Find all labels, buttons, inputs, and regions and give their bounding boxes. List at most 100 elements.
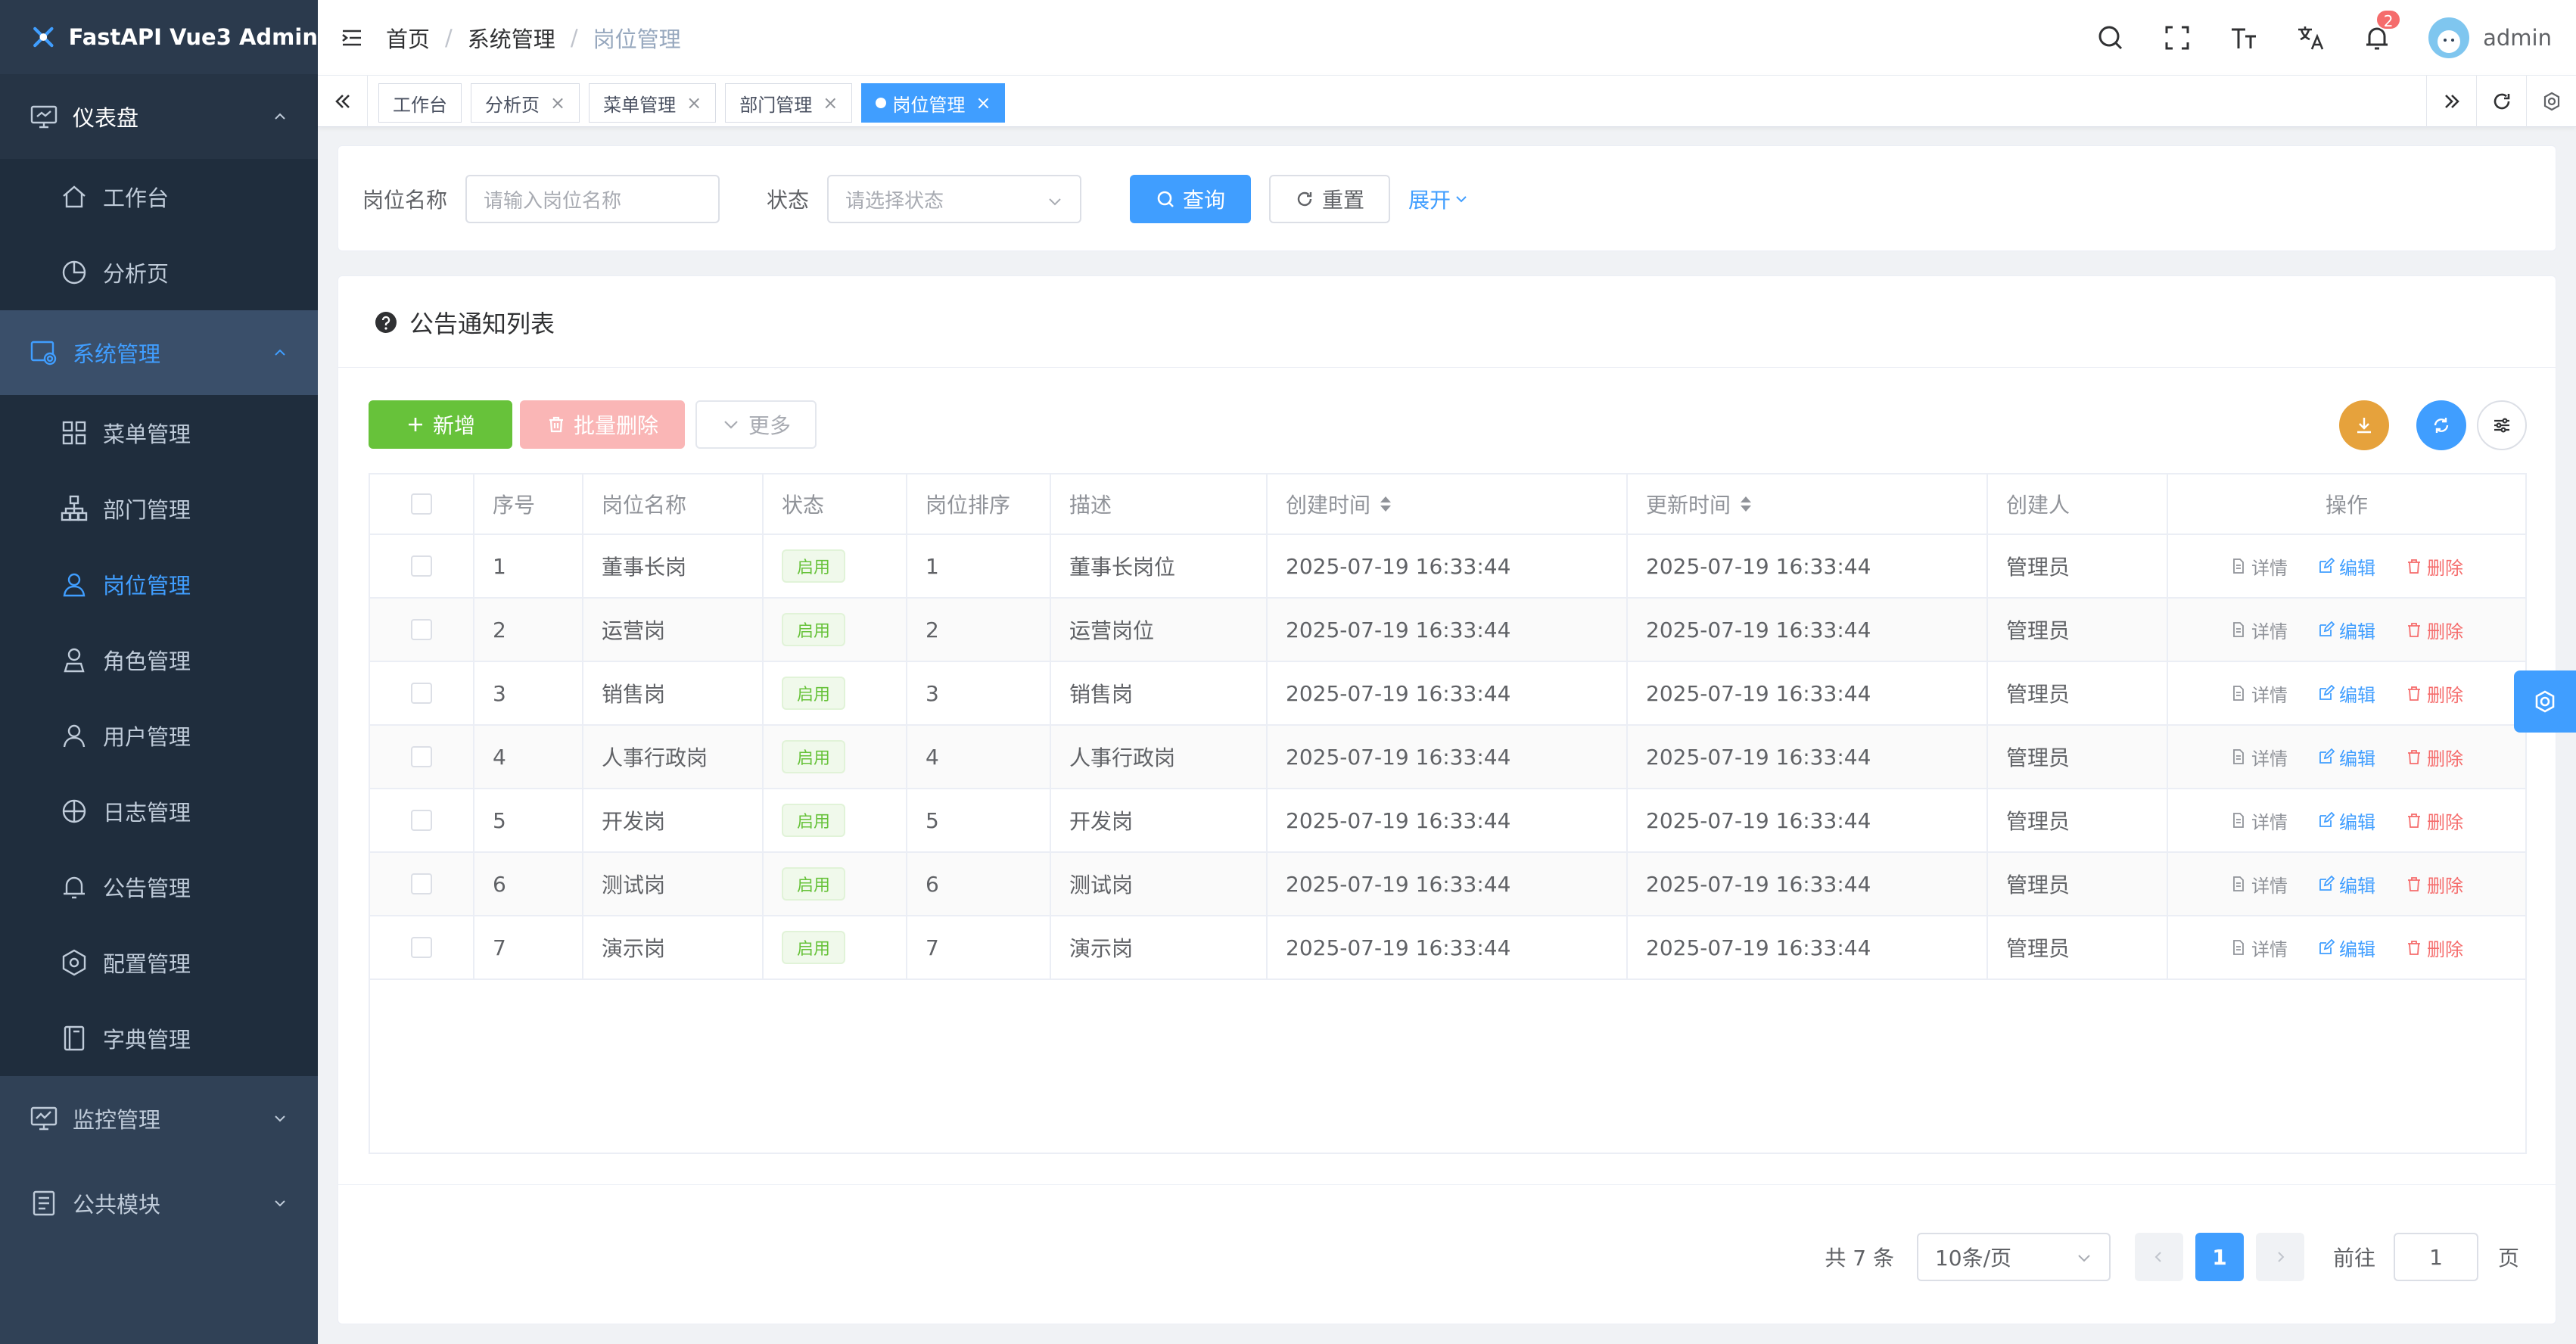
user-name[interactable]: admin (2483, 25, 2552, 51)
breadcrumb-item[interactable]: 首页 (386, 22, 430, 54)
sidebar-group-common[interactable]: 公共模块 (0, 1161, 318, 1246)
delete-button[interactable]: 删除 (2406, 807, 2463, 834)
add-button[interactable]: 新增 (369, 400, 512, 449)
table-row[interactable]: 2 运营岗 启用 2 运营岗位 2025-07-19 16:33:44 2025-07-19… (370, 599, 2525, 662)
sidebar-item-post[interactable]: 岗位管理 (0, 546, 318, 622)
edit-button[interactable]: 编辑 (2318, 807, 2375, 834)
delete-button[interactable]: 删除 (2406, 680, 2463, 707)
sidebar-group-dashboard[interactable]: 仪表盘 (0, 74, 318, 159)
close-icon[interactable]: × (686, 92, 702, 114)
edit-label: 编辑 (2339, 748, 2375, 770)
tab-settings-button[interactable] (2526, 76, 2576, 127)
delete-button[interactable]: 删除 (2406, 617, 2463, 643)
select-all-checkbox[interactable] (411, 493, 432, 515)
delete-button[interactable]: 删除 (2406, 553, 2463, 580)
sidebar-item-role[interactable]: 角色管理 (0, 622, 318, 698)
reset-button[interactable]: 重置 (1269, 175, 1390, 223)
table-row[interactable]: 5 开发岗 启用 5 开发岗 2025-07-19 16:33:44 2025-07-19 … (370, 789, 2525, 853)
tags-scroll-right-button[interactable] (2426, 76, 2476, 127)
tags-scroll-left-button[interactable] (318, 76, 368, 127)
table-row[interactable]: 4 人事行政岗 启用 4 人事行政岗 2025-07-19 16:33:44 2025-07… (370, 726, 2525, 789)
row-checkbox[interactable] (411, 746, 432, 767)
sort-icon[interactable] (1378, 493, 1393, 515)
tag-workbench[interactable]: 工作台 (378, 83, 462, 123)
detail-button[interactable]: 详情 (2230, 871, 2288, 898)
search-button[interactable] (2095, 23, 2126, 53)
detail-button[interactable]: 详情 (2230, 617, 2288, 643)
sidebar-group-system[interactable]: 系统管理 (0, 310, 318, 395)
row-checkbox[interactable] (411, 555, 432, 577)
card-title: 公告通知列表 (375, 305, 555, 340)
row-checkbox[interactable] (411, 683, 432, 704)
edit-button[interactable]: 编辑 (2318, 553, 2375, 580)
status-select[interactable]: 请选择状态 (827, 175, 1081, 223)
table-row[interactable]: 7 演示岗 启用 7 演示岗 2025-07-19 16:33:44 2025-07-19 … (370, 916, 2525, 980)
refresh-button[interactable] (2416, 400, 2466, 450)
refresh-tab-button[interactable] (2476, 76, 2526, 127)
sort-icon[interactable] (1738, 493, 1753, 515)
theme-settings-button[interactable] (2514, 670, 2576, 733)
detail-button[interactable]: 详情 (2230, 935, 2288, 961)
row-checkbox[interactable] (411, 619, 432, 640)
fullscreen-button[interactable] (2162, 23, 2192, 53)
page-number-button[interactable]: 1 (2195, 1233, 2244, 1281)
row-checkbox[interactable] (411, 873, 432, 894)
more-button[interactable]: 更多 (695, 400, 817, 449)
tag-dept[interactable]: 部门管理 × (725, 83, 853, 123)
edit-button[interactable]: 编辑 (2318, 871, 2375, 898)
detail-button[interactable]: 详情 (2230, 744, 2288, 770)
tag-post[interactable]: 岗位管理 × (861, 83, 1006, 123)
close-icon[interactable]: × (975, 92, 991, 114)
detail-button[interactable]: 详情 (2230, 553, 2288, 580)
sidebar-item-dept[interactable]: 部门管理 (0, 471, 318, 546)
delete-button[interactable]: 删除 (2406, 871, 2463, 898)
table-row[interactable]: 3 销售岗 启用 3 销售岗 2025-07-19 16:33:44 2025-07-19 … (370, 662, 2525, 726)
notification-button[interactable]: 2 (2362, 9, 2402, 53)
avatar[interactable] (2428, 17, 2470, 58)
collapse-menu-icon[interactable] (341, 26, 363, 49)
edit-button[interactable]: 编辑 (2318, 744, 2375, 770)
breadcrumb-item[interactable]: 系统管理 (468, 22, 555, 54)
sidebar-item-notice[interactable]: 公告管理 (0, 849, 318, 925)
close-icon[interactable]: × (823, 92, 838, 114)
help-circle-icon[interactable] (375, 311, 397, 334)
header-cell-updated[interactable]: 更新时间 (1628, 474, 1988, 534)
app-logo[interactable]: FastAPI Vue3 Admin (0, 0, 318, 74)
sidebar-group-monitor[interactable]: 监控管理 (0, 1076, 318, 1161)
sidebar-item-log[interactable]: 日志管理 (0, 773, 318, 849)
detail-button[interactable]: 详情 (2230, 807, 2288, 834)
next-page-button[interactable] (2255, 1233, 2304, 1281)
column-settings-button[interactable] (2477, 400, 2527, 450)
row-checkbox[interactable] (411, 937, 432, 958)
sidebar-item-workbench[interactable]: 工作台 (0, 159, 318, 235)
sidebar-item-user[interactable]: 用户管理 (0, 698, 318, 773)
close-icon[interactable]: × (550, 92, 565, 114)
language-button[interactable] (2295, 23, 2326, 53)
header-cell: 岗位名称 (583, 474, 764, 534)
tag-menu[interactable]: 菜单管理 × (589, 83, 717, 123)
detail-button[interactable]: 详情 (2230, 680, 2288, 707)
tag-analysis[interactable]: 分析页 × (471, 83, 580, 123)
edit-button[interactable]: 编辑 (2318, 680, 2375, 707)
delete-button[interactable]: 删除 (2406, 935, 2463, 961)
query-button[interactable]: 查询 (1130, 175, 1251, 223)
page-size-select[interactable]: 10条/页 (1916, 1233, 2111, 1281)
header-cell-created[interactable]: 创建时间 (1268, 474, 1628, 534)
prev-page-button[interactable] (2134, 1233, 2183, 1281)
delete-button[interactable]: 删除 (2406, 744, 2463, 770)
post-name-input[interactable]: 请输入岗位名称 (465, 175, 720, 223)
row-checkbox[interactable] (411, 810, 432, 831)
goto-page-input[interactable]: 1 (2393, 1233, 2478, 1281)
edit-button[interactable]: 编辑 (2318, 935, 2375, 961)
table-row[interactable]: 6 测试岗 启用 6 测试岗 2025-07-19 16:33:44 2025-07-19 … (370, 853, 2525, 916)
sidebar-item-analysis[interactable]: 分析页 (0, 235, 318, 310)
sidebar-item-config[interactable]: 配置管理 (0, 925, 318, 1000)
batch-delete-button[interactable]: 批量删除 (520, 400, 685, 449)
sidebar-item-dict[interactable]: 字典管理 (0, 1000, 318, 1076)
edit-button[interactable]: 编辑 (2318, 617, 2375, 643)
sidebar-item-menu[interactable]: 菜单管理 (0, 395, 318, 471)
font-size-button[interactable] (2229, 23, 2259, 53)
export-button[interactable] (2339, 400, 2389, 450)
expand-toggle[interactable]: 展开 (1408, 184, 1469, 214)
table-row[interactable]: 1 董事长岗 启用 1 董事长岗位 2025-07-19 16:33:44 2025-07-… (370, 535, 2525, 599)
